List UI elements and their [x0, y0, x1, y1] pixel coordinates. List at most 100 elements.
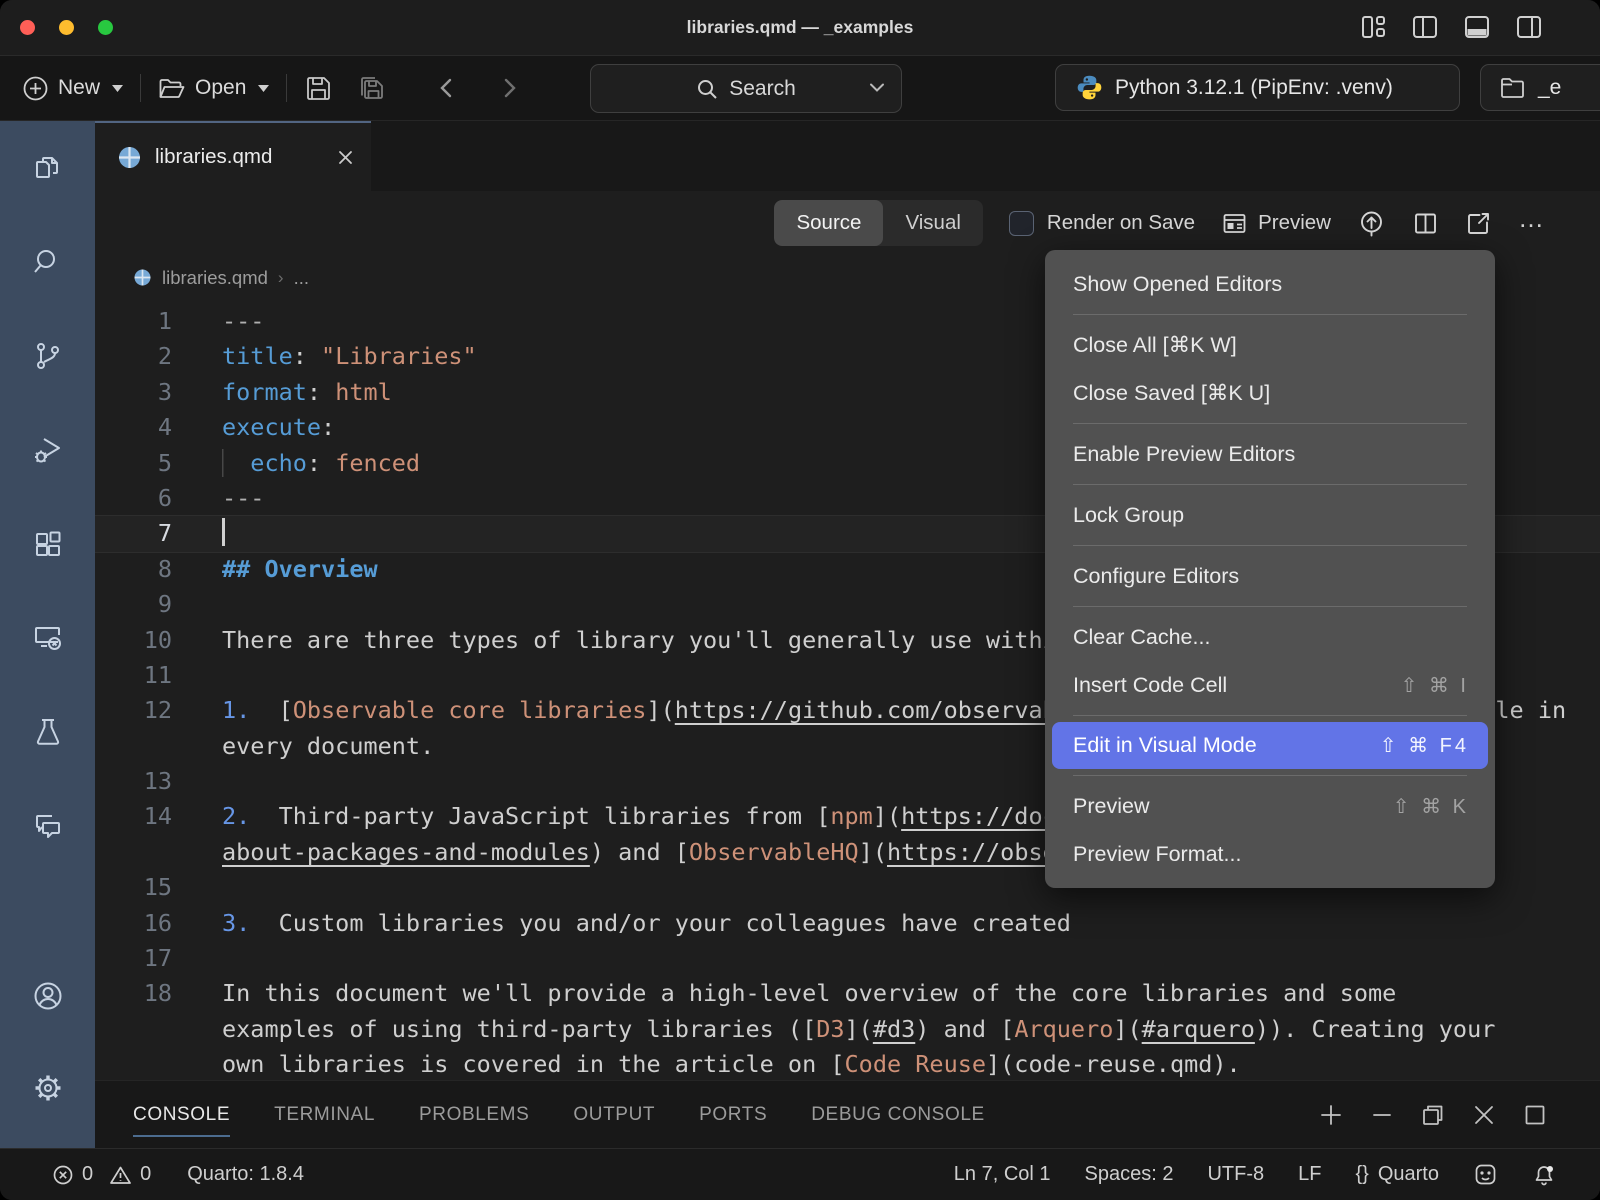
language-mode[interactable]: {} Quarto	[1355, 1163, 1439, 1186]
more-actions-icon[interactable]: …	[1518, 213, 1546, 233]
code-line[interactable]: 18In this document we'll provide a high-…	[95, 976, 1600, 1011]
line-number[interactable]: 12	[95, 693, 172, 728]
customize-layout-icon[interactable]	[1358, 12, 1388, 42]
forward-icon[interactable]	[497, 76, 521, 100]
code-line[interactable]: own libraries is covered in the article …	[95, 1047, 1600, 1082]
code-line[interactable]: examples of using third-party libraries …	[95, 1012, 1600, 1047]
workspace-button[interactable]: _e	[1480, 64, 1600, 111]
tab-libraries-qmd[interactable]: libraries.qmd	[95, 121, 371, 191]
panel-tab-console[interactable]: CONSOLE	[133, 1081, 230, 1148]
sidebar-item-testing[interactable]	[0, 685, 95, 779]
account-button[interactable]	[0, 950, 95, 1042]
menu-item-insert-code-cell[interactable]: Insert Code Cell⇧ ⌘ I	[1045, 661, 1495, 709]
code-line[interactable]: 17	[95, 941, 1600, 976]
menu-item-preview[interactable]: Preview⇧ ⌘ K	[1045, 782, 1495, 830]
eol[interactable]: LF	[1298, 1163, 1321, 1186]
menu-item-clear-cache[interactable]: Clear Cache...	[1045, 613, 1495, 661]
panel-tab-output[interactable]: OUTPUT	[573, 1081, 655, 1148]
line-number[interactable]: 5	[95, 446, 172, 481]
menu-item-lock-group[interactable]: Lock Group	[1045, 491, 1495, 539]
restore-panel-icon[interactable]	[1420, 1102, 1446, 1128]
line-number[interactable]: 11	[95, 658, 172, 693]
code-segment: ---	[222, 307, 264, 335]
new-button[interactable]: New	[22, 75, 124, 102]
interpreter-selector[interactable]: Python 3.12.1 (PipEnv: .venv)	[1055, 64, 1460, 111]
source-mode-button[interactable]: Source	[774, 200, 883, 246]
line-number[interactable]: 2	[95, 339, 172, 374]
encoding[interactable]: UTF-8	[1207, 1163, 1264, 1186]
preview-button[interactable]: Preview	[1221, 210, 1331, 237]
line-number[interactable]: 16	[95, 906, 172, 941]
menu-item-show-opened-editors[interactable]: Show Opened Editors	[1045, 260, 1495, 308]
menu-item-preview-format[interactable]: Preview Format...	[1045, 830, 1495, 878]
panel-tab-terminal[interactable]: TERMINAL	[274, 1081, 375, 1148]
line-number[interactable]: 13	[95, 764, 172, 799]
toggle-primary-sidebar-icon[interactable]	[1410, 12, 1440, 42]
panel-tab-problems[interactable]: PROBLEMS	[419, 1081, 529, 1148]
menu-item-label: Close All [⌘K W]	[1073, 333, 1237, 358]
line-number[interactable]	[95, 1012, 172, 1047]
line-number[interactable]	[95, 729, 172, 764]
close-icon[interactable]	[336, 148, 355, 167]
render-icon[interactable]	[1357, 209, 1386, 238]
split-editor-icon[interactable]	[1412, 210, 1439, 237]
indentation[interactable]: Spaces: 2	[1085, 1163, 1174, 1186]
title-bar: libraries.qmd — _examples	[0, 0, 1600, 56]
add-icon[interactable]	[1318, 1102, 1344, 1128]
quarto-version[interactable]: Quarto: 1.8.4	[187, 1163, 304, 1186]
save-all-icon[interactable]	[356, 73, 387, 104]
problems-status[interactable]: 0 0	[52, 1163, 151, 1186]
cursor-position[interactable]: Ln 7, Col 1	[954, 1163, 1051, 1186]
menu-item-edit-in-visual-mode[interactable]: Edit in Visual Mode⇧ ⌘ F4	[1052, 722, 1488, 769]
back-icon[interactable]	[435, 76, 459, 100]
open-button[interactable]: Open	[157, 74, 270, 103]
line-number[interactable]	[95, 835, 172, 870]
menu-item-enable-preview-editors[interactable]: Enable Preview Editors	[1045, 430, 1495, 478]
code-segment	[222, 449, 250, 477]
line-number[interactable]: 17	[95, 941, 172, 976]
chevron-down-icon[interactable]	[869, 82, 885, 93]
sidebar-item-search[interactable]	[0, 215, 95, 309]
sidebar-item-comments[interactable]	[0, 779, 95, 873]
toggle-secondary-sidebar-icon[interactable]	[1514, 12, 1544, 42]
sidebar-item-explorer[interactable]	[0, 121, 95, 215]
minimize-icon[interactable]	[1369, 1102, 1395, 1128]
bell-icon[interactable]	[1532, 1163, 1556, 1187]
line-number[interactable]: 14	[95, 799, 172, 834]
code-line[interactable]: 163. Custom libraries you and/or your co…	[95, 906, 1600, 941]
feedback-icon[interactable]	[1473, 1162, 1498, 1187]
line-number[interactable]: 1	[95, 304, 172, 339]
maximize-panel-icon[interactable]	[1522, 1102, 1548, 1128]
toggle-panel-icon[interactable]	[1462, 12, 1492, 42]
settings-button[interactable]	[0, 1042, 95, 1134]
line-number[interactable]: 15	[95, 870, 172, 905]
line-number[interactable]: 18	[95, 976, 172, 1011]
render-on-save-checkbox[interactable]	[1009, 211, 1034, 236]
line-number[interactable]: 7	[95, 516, 172, 551]
close-icon[interactable]	[1471, 1102, 1497, 1128]
search-input[interactable]: Search	[590, 64, 902, 113]
visual-mode-button[interactable]: Visual	[883, 200, 982, 246]
open-external-icon[interactable]	[1465, 210, 1492, 237]
line-number[interactable]: 6	[95, 481, 172, 516]
sidebar-item-run-debug[interactable]	[0, 403, 95, 497]
menu-item-close-all-k-w[interactable]: Close All [⌘K W]	[1045, 321, 1495, 369]
sidebar-item-remote-explorer[interactable]	[0, 591, 95, 685]
line-number[interactable]: 8	[95, 552, 172, 587]
menu-item-close-saved-k-u[interactable]: Close Saved [⌘K U]	[1045, 369, 1495, 417]
line-number[interactable]: 3	[95, 375, 172, 410]
sidebar-item-extensions[interactable]	[0, 497, 95, 591]
breadcrumb-file[interactable]: libraries.qmd	[162, 267, 268, 289]
panel-tab-ports[interactable]: PORTS	[699, 1081, 767, 1148]
save-icon[interactable]	[303, 73, 334, 104]
line-number[interactable]: 10	[95, 623, 172, 658]
code-segment: Arquero	[1014, 1015, 1113, 1043]
sidebar-item-source-control[interactable]	[0, 309, 95, 403]
menu-item-configure-editors[interactable]: Configure Editors	[1045, 552, 1495, 600]
panel-tab-debug-console[interactable]: DEBUG CONSOLE	[811, 1081, 985, 1148]
line-number[interactable]: 4	[95, 410, 172, 445]
line-number[interactable]: 9	[95, 587, 172, 622]
line-number[interactable]	[95, 1047, 172, 1082]
breadcrumb-more[interactable]: ...	[294, 267, 309, 289]
status-bar: 0 0 Quarto: 1.8.4 Ln 7, Col 1 Spaces: 2 …	[0, 1148, 1600, 1200]
